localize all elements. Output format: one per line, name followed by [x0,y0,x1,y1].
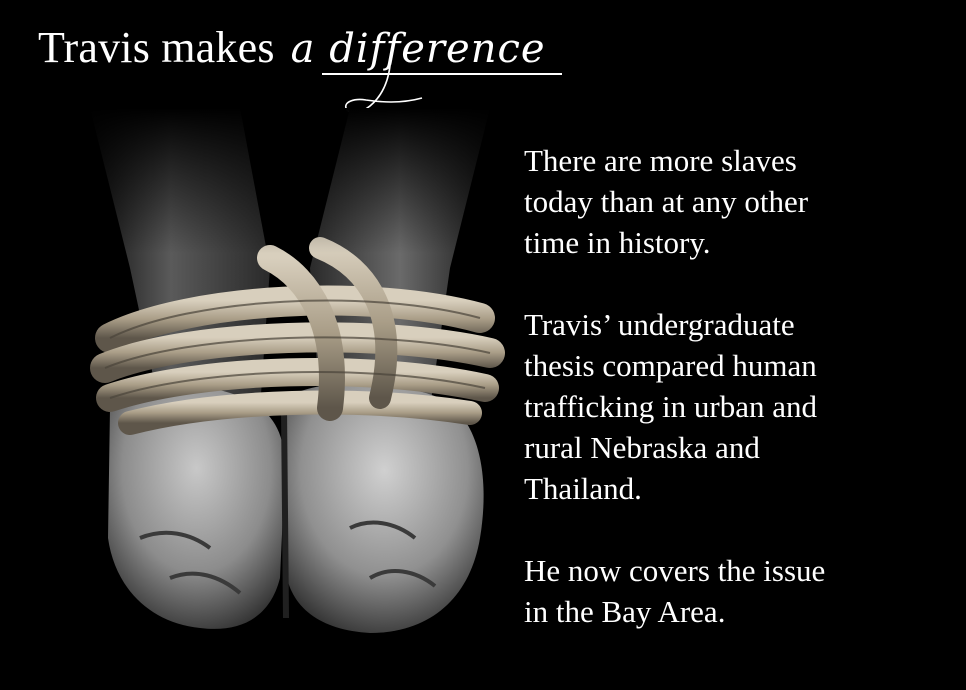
paragraph-slaves-statistic: There are more slaves today than at any … [524,143,809,260]
paragraph-bay-area: He now covers the issue in the Bay Area. [524,553,826,629]
poster: Travis makes a difference There are more… [0,0,966,690]
paragraph-thesis: Travis’ undergraduate thesis compared hu… [524,307,817,506]
headline-main-text: Travis makes [38,23,275,72]
body-copy: There are more slaves today than at any … [524,140,944,673]
bound-hands-photo [70,108,510,690]
